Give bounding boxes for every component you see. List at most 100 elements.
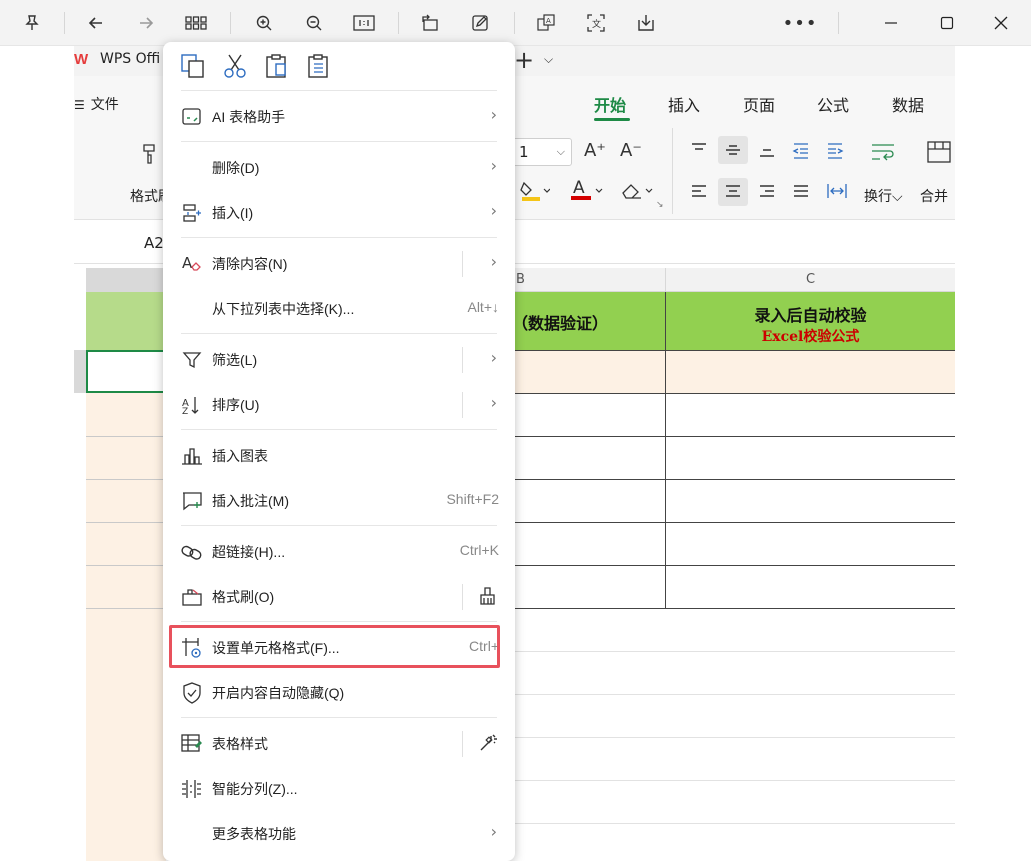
justify-icon[interactable]	[792, 184, 810, 204]
chevron-right-icon: ›	[490, 105, 497, 124]
menu-item-auto-hide-contents[interactable]: 开启内容自动隐藏(Q)	[163, 670, 515, 715]
active-tab-indicator	[594, 118, 630, 121]
close-icon[interactable]	[986, 9, 1016, 37]
distributed-icon[interactable]	[826, 182, 848, 204]
eraser-icon[interactable]	[620, 180, 654, 206]
pin-icon[interactable]	[18, 9, 46, 37]
wps-logo-icon: W	[74, 51, 89, 68]
translate-icon[interactable]: A	[532, 9, 560, 37]
chart-icon	[181, 445, 203, 467]
wrap-text-icon[interactable]	[870, 142, 896, 166]
svg-text:A: A	[182, 254, 193, 272]
ocr-icon[interactable]: 文	[582, 9, 610, 37]
context-menu: AI 表格助手 › 删除(D) › 插入(I) › A 清除内容(N) › 从下…	[163, 42, 515, 861]
svg-text:A: A	[546, 17, 551, 25]
zoom-in-icon[interactable]	[250, 9, 278, 37]
clear-icon: A	[181, 253, 203, 275]
format-painter-icon[interactable]	[138, 142, 162, 170]
zoom-out-icon[interactable]	[300, 9, 328, 37]
align-left-icon[interactable]	[690, 184, 708, 204]
align-center-icon[interactable]	[724, 184, 742, 204]
fill-color-icon[interactable]	[520, 180, 551, 206]
chevron-right-icon: ›	[490, 156, 497, 175]
chevron-right-icon: ›	[490, 393, 497, 412]
align-top-icon[interactable]	[690, 142, 708, 162]
font-color-icon[interactable]: A	[570, 178, 604, 206]
increase-indent-icon[interactable]	[826, 142, 844, 164]
tab-insert[interactable]: 插入	[668, 92, 700, 116]
file-menu[interactable]: ☰ 文件	[74, 94, 119, 114]
back-icon[interactable]	[82, 9, 110, 37]
chevron-right-icon: ›	[490, 201, 497, 220]
menu-item-hyperlink[interactable]: 超链接(H)... Ctrl+K	[163, 529, 515, 574]
insert-icon	[181, 202, 203, 224]
menu-item-pick-from-dropdown[interactable]: 从下拉列表中选择(K)... Alt+↓	[163, 286, 515, 331]
name-box[interactable]: A2	[144, 234, 164, 252]
menu-item-clear-contents[interactable]: A 清除内容(N) ›	[163, 241, 515, 286]
viewer-toolbar: A 文 •••	[0, 0, 1031, 46]
row-2-cells[interactable]	[512, 350, 955, 393]
decrease-indent-icon[interactable]	[792, 142, 810, 164]
tab-data[interactable]: 数据	[892, 92, 924, 116]
filter-icon	[181, 349, 203, 371]
more-icon[interactable]: •••	[783, 9, 817, 37]
wrap-text-label[interactable]: 换行⌵	[864, 186, 903, 206]
menu-item-insert[interactable]: 插入(I) ›	[163, 190, 515, 235]
header-cell-b[interactable]: （数据验证）	[512, 292, 666, 350]
menu-item-insert-chart[interactable]: 插入图表	[163, 433, 515, 478]
ribbon-divider	[672, 128, 673, 214]
align-middle-icon[interactable]	[724, 142, 742, 162]
brush-icon[interactable]	[477, 585, 499, 607]
table-style-icon	[181, 733, 203, 755]
comment-icon	[181, 490, 203, 512]
new-tab-icon[interactable]: +	[514, 46, 534, 74]
menu-item-delete[interactable]: 删除(D) ›	[163, 145, 515, 190]
svg-text:A: A	[573, 178, 585, 198]
menu-item-ai-assistant[interactable]: AI 表格助手 ›	[163, 94, 515, 139]
dialog-launcher-icon[interactable]: ↘	[656, 200, 664, 210]
link-icon	[181, 541, 203, 563]
minimize-icon[interactable]	[876, 9, 906, 37]
menu-item-more-table-features[interactable]: 更多表格功能 ›	[163, 811, 515, 856]
app-tab-label[interactable]: WPS Offi	[100, 51, 160, 67]
cut-icon[interactable]	[221, 52, 249, 80]
paste-icon[interactable]	[263, 52, 291, 80]
selected-cell-a2[interactable]	[86, 350, 166, 393]
merge-cells-label[interactable]: 合并	[920, 186, 948, 206]
maximize-icon[interactable]	[932, 9, 962, 37]
chevron-right-icon: ›	[490, 252, 497, 271]
actual-size-icon[interactable]	[350, 9, 378, 37]
decrease-font-icon[interactable]: A⁻	[620, 140, 642, 161]
forward-icon[interactable]	[132, 9, 160, 37]
chevron-down-icon[interactable]: ⌵	[544, 52, 553, 67]
increase-font-icon[interactable]: A⁺	[584, 140, 606, 161]
split-columns-icon	[181, 778, 203, 800]
menu-item-format-painter[interactable]: 格式刷(O)	[163, 574, 515, 619]
column-header-b[interactable]: B	[516, 272, 525, 287]
align-bottom-icon[interactable]	[758, 142, 776, 162]
save-icon[interactable]	[632, 9, 660, 37]
row-header-2[interactable]	[74, 350, 86, 393]
ai-assistant-icon	[181, 106, 203, 128]
menu-icon: ☰	[74, 98, 85, 112]
header-cell-c[interactable]: 录入后自动校验 Excel校验公式	[666, 292, 955, 350]
paste-special-icon[interactable]	[305, 52, 333, 80]
magic-wand-icon[interactable]	[477, 732, 499, 754]
tab-page[interactable]: 页面	[743, 92, 775, 116]
copy-icon[interactable]	[179, 52, 207, 80]
align-right-icon[interactable]	[758, 184, 776, 204]
tab-formula[interactable]: 公式	[817, 92, 849, 116]
font-size-select[interactable]: 1 ⌵	[512, 138, 572, 166]
merge-cells-icon[interactable]	[926, 140, 952, 168]
rotate-icon[interactable]	[416, 9, 444, 37]
column-a-header-cell[interactable]	[86, 292, 166, 350]
column-header-c[interactable]: C	[806, 272, 815, 287]
edit-icon[interactable]	[466, 9, 494, 37]
menu-item-smart-split[interactable]: 智能分列(Z)...	[163, 766, 515, 811]
menu-item-filter[interactable]: 筛选(L) ›	[163, 337, 515, 382]
grid-icon[interactable]	[182, 9, 210, 37]
menu-item-table-style[interactable]: 表格样式	[163, 721, 515, 766]
menu-item-sort[interactable]: AZ 排序(U) ›	[163, 382, 515, 427]
tab-home[interactable]: 开始	[594, 92, 626, 116]
menu-item-insert-comment[interactable]: 插入批注(M) Shift+F2	[163, 478, 515, 523]
